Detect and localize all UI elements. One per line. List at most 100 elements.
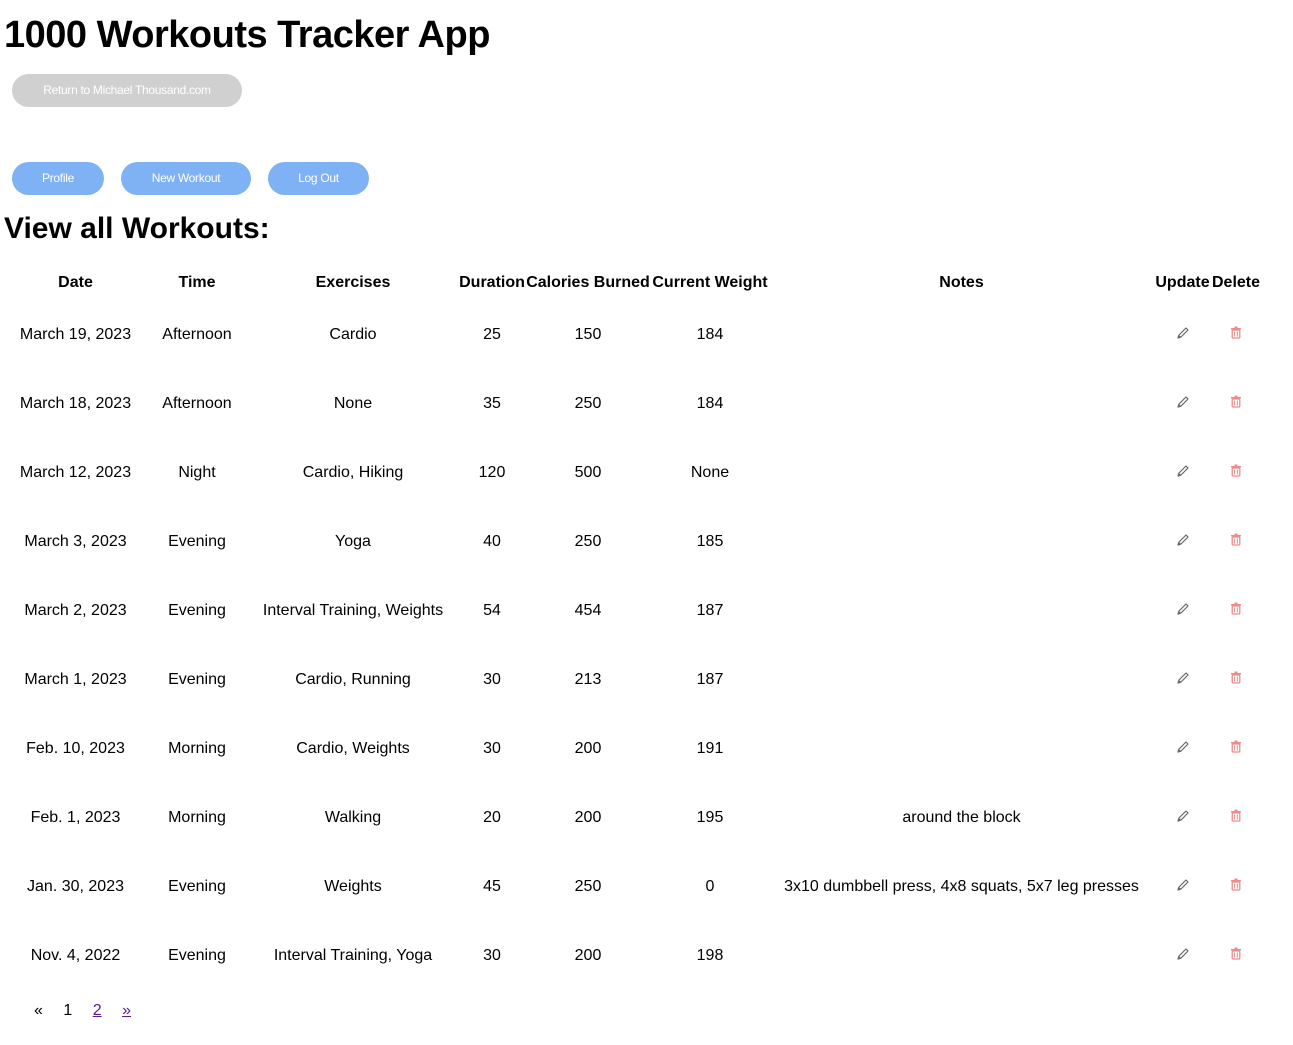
trash-icon[interactable] [1228,809,1244,825]
cell-date: Jan. 30, 2023 [27,877,124,895]
trash-icon[interactable] [1228,740,1244,756]
cell-date: Feb. 10, 2023 [26,739,125,757]
cell-date: Nov. 4, 2022 [30,946,121,964]
pencil-icon[interactable] [1175,947,1191,963]
header-notes: Notes [939,274,984,291]
cell-notes [769,369,1154,438]
cell-exercises: Walking [324,808,382,826]
trash-icon[interactable] [1228,947,1244,963]
trash-icon[interactable] [1228,878,1244,894]
trash-icon[interactable] [1228,602,1244,618]
cell-delete [1211,507,1261,576]
pencil-icon[interactable] [1175,533,1191,549]
pagination-current-page: 1 [63,1002,73,1019]
trash-icon[interactable] [1228,671,1244,687]
log-out-button[interactable]: Log Out [268,162,369,195]
cell-duration: 35 [483,394,501,412]
cell-time: Evening [168,877,226,895]
cell-update [1154,438,1211,507]
table-row: Feb. 10, 2023 Morning Cardio, Weights 30 200… [4,714,1261,783]
pencil-icon[interactable] [1175,464,1191,480]
cell-update [1154,507,1211,576]
cell-exercises: Cardio, Hiking [302,463,404,481]
cell-date: March 3, 2023 [24,532,127,550]
table-row: March 12, 2023 Night Cardio, Hiking 120 500 N… [4,438,1261,507]
pencil-icon[interactable] [1175,809,1191,825]
cell-exercises: Interval Training, Weights [262,601,444,619]
cell-duration: 20 [483,808,501,826]
cell-notes [769,507,1154,576]
table-header-row: Date Time Exercises Duration Calories Bu… [4,266,1261,300]
table-row: March 2, 2023 Evening Interval Training, W… [4,576,1261,645]
cell-date: March 1, 2023 [24,670,127,688]
cell-delete [1211,783,1261,852]
trash-icon[interactable] [1228,533,1244,549]
cell-calories: 150 [574,325,602,343]
cell-date: March 2, 2023 [24,601,127,619]
cell-delete [1211,576,1261,645]
cell-notes [769,921,1154,990]
cell-calories: 500 [574,463,602,481]
pagination-next[interactable]: » [122,1001,131,1021]
cell-date: March 19, 2023 [19,325,132,343]
cell-delete [1211,645,1261,714]
header-delete: Delete [1211,274,1261,291]
cell-duration: 25 [483,325,501,343]
cell-duration: 54 [483,601,501,619]
cell-notes [769,714,1154,783]
table-row: March 18, 2023 Afternoon None 35 250 184 [4,369,1261,438]
cell-date: March 18, 2023 [19,394,132,412]
trash-icon[interactable] [1228,326,1244,342]
cell-duration: 30 [483,946,501,964]
pencil-icon[interactable] [1175,740,1191,756]
pencil-icon[interactable] [1175,326,1191,342]
pagination-page-2[interactable]: 2 [93,1001,102,1021]
cell-duration: 40 [483,532,501,550]
trash-icon[interactable] [1228,395,1244,411]
header-weight: Current Weight [652,274,768,291]
cell-delete [1211,300,1261,369]
cell-time: Afternoon [162,325,232,343]
cell-calories: 200 [574,808,602,826]
cell-update [1154,714,1211,783]
header-date: Date [58,274,93,291]
pencil-icon[interactable] [1175,395,1191,411]
cell-calories: 200 [574,946,602,964]
cell-exercises: Weights [324,877,382,895]
table-row: Nov. 4, 2022 Evening Interval Training, Yo… [4,921,1261,990]
cell-weight: 195 [696,808,724,826]
cell-weight: 0 [705,877,715,895]
pencil-icon[interactable] [1175,602,1191,618]
header-time: Time [178,274,216,291]
cell-exercises: Cardio [329,325,377,343]
table-row: March 1, 2023 Evening Cardio, Running 30 213… [4,645,1261,714]
pencil-icon[interactable] [1175,878,1191,894]
cell-time: Evening [168,532,226,550]
cell-weight: None [690,463,730,481]
trash-icon[interactable] [1228,464,1244,480]
pagination-prev: « [34,1002,43,1019]
cell-calories: 213 [574,670,602,688]
cell-weight: 187 [696,670,724,688]
new-workout-button[interactable]: New Workout [121,162,251,195]
pencil-icon[interactable] [1175,671,1191,687]
cell-delete [1211,369,1261,438]
cell-calories: 250 [574,394,602,412]
cell-exercises: None [333,394,373,412]
cell-duration: 30 [483,670,501,688]
cell-update [1154,852,1211,921]
cell-duration: 45 [483,877,501,895]
cell-delete [1211,438,1261,507]
table-row: Feb. 1, 2023 Morning Walking 20 200 195 around… [4,783,1261,852]
cell-time: Evening [168,601,226,619]
app-title: 1000 Workouts Tracker App [4,14,490,56]
cell-update [1154,921,1211,990]
cell-duration: 30 [483,739,501,757]
return-to-site-button[interactable]: Return to Michael Thousand.com [12,74,242,107]
cell-update [1154,645,1211,714]
cell-delete [1211,714,1261,783]
cell-time: Evening [168,670,226,688]
cell-time: Night [178,463,216,481]
cell-delete [1211,921,1261,990]
profile-button[interactable]: Profile [12,162,104,195]
